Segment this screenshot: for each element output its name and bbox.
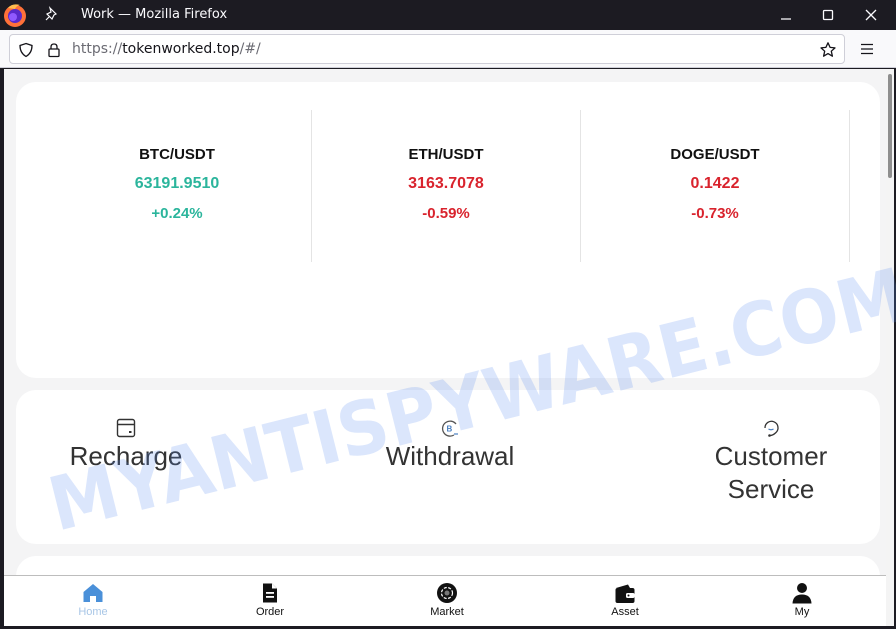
ticker-price: 0.1422 (690, 175, 740, 192)
tab-my[interactable]: My (762, 582, 842, 618)
ticker-change: +0.24% (151, 205, 203, 222)
tab-label: My (794, 606, 810, 618)
ticker-pair: BTC/USDT (139, 146, 215, 163)
ticker-change: -0.59% (422, 205, 470, 222)
url-bar[interactable]: https://tokenworked.top/#/ (9, 34, 845, 64)
window-title: Work — Mozilla Firefox (81, 7, 228, 22)
bookmark-star-icon[interactable] (819, 41, 837, 59)
quick-actions-card: Recharge B Withdrawal Customer Service (16, 390, 880, 544)
headset-icon (764, 420, 779, 437)
user-icon (792, 583, 812, 604)
bottom-tab-bar: Home Order Market Asset My (4, 575, 886, 626)
ticker-doge[interactable]: DOGE/USDT 0.1422 -0.73% (581, 110, 850, 262)
url-host: tokenworked.top (122, 41, 240, 57)
ticker-change: -0.73% (691, 205, 739, 222)
tab-market[interactable]: Market (407, 582, 487, 618)
bitcoin-withdraw-icon: B (441, 420, 458, 437)
page-content: BTC/USDT 63191.9510 +0.24% ETH/USDT 3163… (4, 69, 890, 626)
recharge-label: Recharge (69, 441, 183, 471)
lock-icon[interactable] (46, 42, 62, 58)
maximize-button[interactable] (818, 5, 838, 25)
withdrawal-button[interactable]: B Withdrawal (380, 417, 520, 473)
page-scrollbar[interactable] (886, 69, 894, 626)
tab-asset[interactable]: Asset (585, 582, 665, 618)
customer-service-label-line1: Customer (714, 441, 828, 471)
tab-order[interactable]: Order (230, 582, 310, 618)
tab-label: Home (78, 606, 108, 618)
customer-service-label-line2: Service (727, 474, 815, 504)
hamburger-menu-icon[interactable] (858, 40, 876, 58)
close-button[interactable] (861, 5, 881, 25)
url-text[interactable]: https://tokenworked.top/#/ (72, 41, 261, 57)
ticker-pair: DOGE/USDT (670, 146, 760, 163)
minimize-button[interactable] (776, 5, 796, 25)
ticker-price: 3163.7078 (408, 175, 484, 192)
tab-label: Order (255, 606, 285, 618)
tracking-protection-shield-icon[interactable] (18, 42, 34, 58)
svg-text:B: B (447, 425, 453, 434)
market-coin-icon (437, 583, 457, 603)
withdrawal-label: Withdrawal (385, 441, 515, 471)
ticker-eth[interactable]: ETH/USDT 3163.7078 -0.59% (312, 110, 581, 262)
close-icon (865, 9, 877, 21)
ticker-pair: ETH/USDT (408, 146, 484, 163)
tab-home[interactable]: Home (53, 582, 133, 618)
document-icon (263, 583, 277, 603)
wallet-card-icon (116, 418, 136, 438)
home-icon (83, 584, 103, 602)
tab-label: Market (430, 606, 464, 618)
browser-window: Work — Mozilla Firefox https://tokenwork… (0, 0, 896, 629)
url-path: /#/ (239, 41, 261, 57)
minimize-icon (781, 18, 791, 20)
url-scheme: https:// (72, 41, 123, 57)
maximize-icon (822, 9, 834, 21)
pin-icon[interactable] (44, 6, 60, 22)
scrollbar-thumb[interactable] (888, 74, 892, 178)
firefox-logo-icon (4, 4, 26, 27)
customer-service-button[interactable]: Customer Service (706, 417, 836, 506)
ticker-price: 63191.9510 (134, 175, 220, 192)
tab-label: Asset (611, 606, 639, 618)
recharge-button[interactable]: Recharge (66, 417, 186, 473)
title-bar: Work — Mozilla Firefox (0, 0, 896, 30)
navigation-bar: https://tokenworked.top/#/ (0, 30, 896, 68)
ticker-btc[interactable]: BTC/USDT 63191.9510 +0.24% (43, 110, 312, 262)
wallet-icon (615, 584, 635, 603)
ticker-card: BTC/USDT 63191.9510 +0.24% ETH/USDT 3163… (16, 82, 880, 378)
